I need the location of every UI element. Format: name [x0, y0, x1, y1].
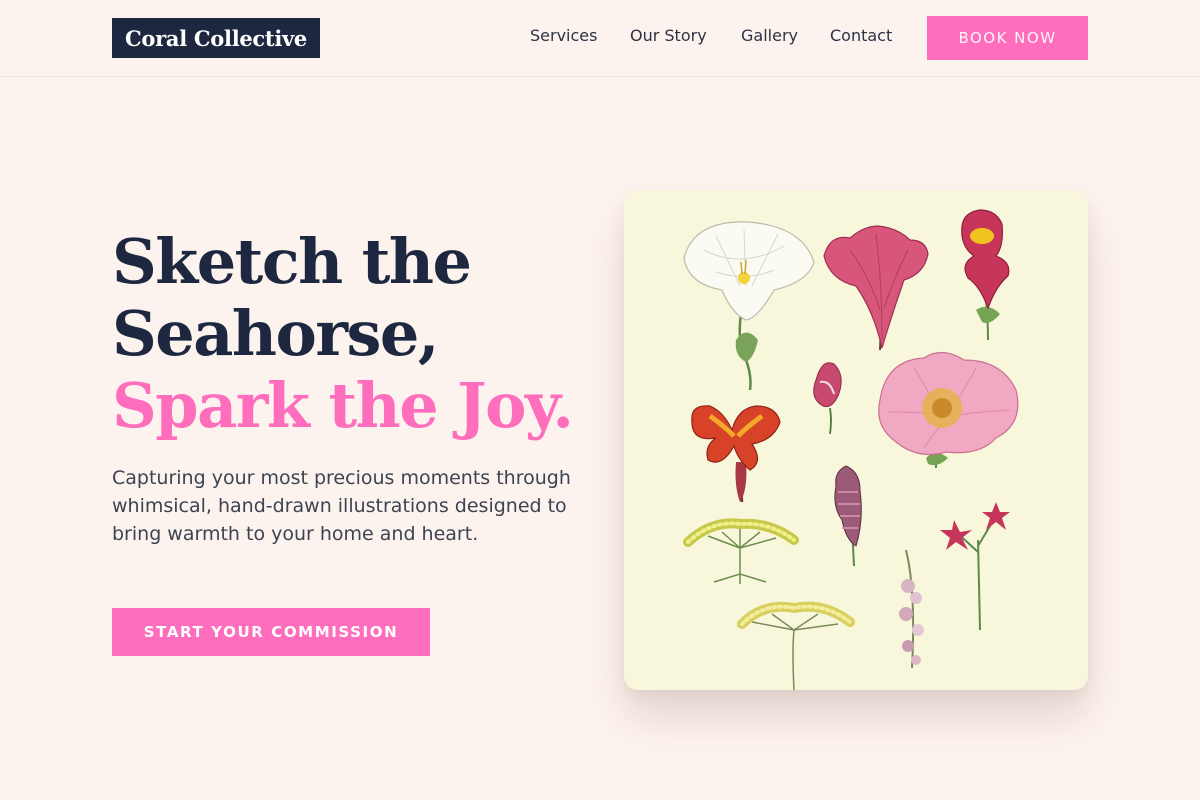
book-now-button[interactable]: BOOK NOW — [927, 16, 1088, 60]
headline-line-1: Sketch the — [112, 225, 472, 298]
yellow-yarrow — [737, 601, 855, 690]
nav-link-our-story[interactable]: Our Story — [630, 26, 707, 45]
yellow-umbel — [683, 518, 799, 584]
pink-tulip — [823, 225, 929, 351]
headline-line-2: Seahorse, — [112, 297, 439, 370]
red-snapdragon — [961, 209, 1010, 341]
purple-spike-flower — [834, 465, 862, 567]
nav-link-services[interactable]: Services — [530, 26, 597, 45]
nav-link-gallery[interactable]: Gallery — [741, 26, 798, 45]
botanical-illustration-card — [624, 190, 1088, 690]
red-orange-orchid — [691, 405, 781, 503]
site-header: Coral Collective Services Our Story Gall… — [0, 0, 1200, 77]
botanical-illustration — [683, 209, 1019, 690]
small-pink-bud — [813, 362, 842, 435]
white-trumpet-flower — [683, 221, 815, 391]
headline-accent: Spark the Joy. — [112, 369, 574, 442]
pink-wild-rose — [878, 351, 1019, 468]
brand-logo[interactable]: Coral Collective — [112, 18, 320, 58]
hero-headline: Sketch the Seahorse, Spark the Joy. — [112, 226, 592, 442]
red-star-flowers — [940, 502, 1010, 631]
pink-flower-spike — [899, 549, 924, 669]
start-commission-button[interactable]: START YOUR COMMISSION — [112, 608, 430, 656]
nav-link-contact[interactable]: Contact — [830, 26, 892, 45]
hero-subtitle: Capturing your most precious moments thr… — [112, 467, 571, 545]
